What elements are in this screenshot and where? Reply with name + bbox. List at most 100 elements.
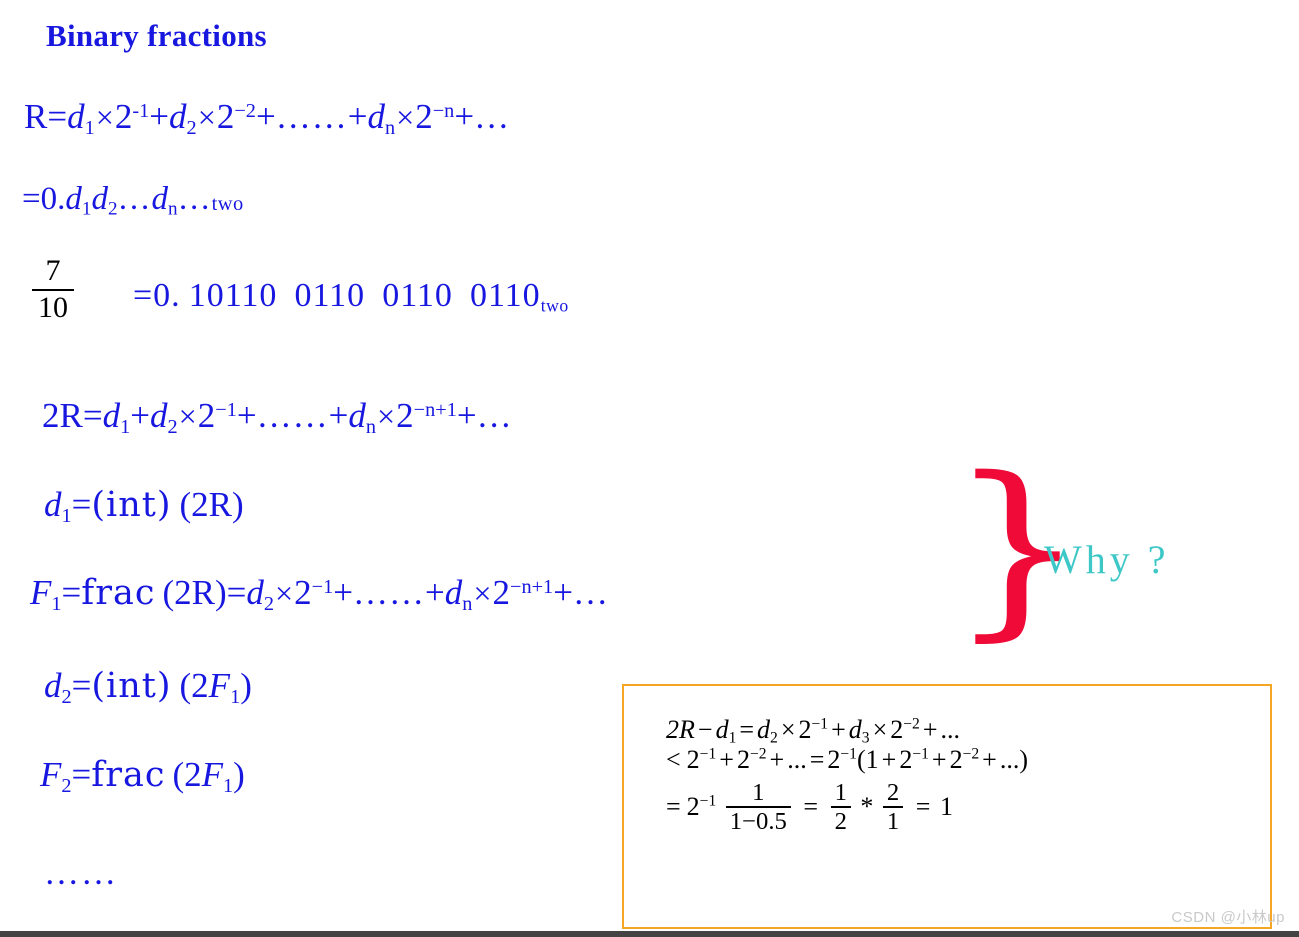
proof1-d1: d: [715, 715, 729, 744]
proof2-b5: 2: [949, 745, 963, 775]
proof1-minus: −: [697, 715, 713, 744]
proof3-fraction-3: 2 1: [882, 779, 904, 835]
proof-row-2: <2−1 +2−2 +... = 2−1(1 +2−1 +2−2 +...): [666, 746, 1028, 774]
eq3-dn-sub: n: [365, 416, 377, 439]
eq2-d2: d: [91, 181, 108, 217]
eq3-plus-2: +: [236, 396, 257, 435]
slide-canvas: Binary fractions R=d1×2-1+d2×2−2+……+dn×2…: [0, 0, 1299, 937]
eq2-d2-sub: 2: [107, 198, 118, 220]
proof1-d2: d: [757, 715, 771, 744]
proof2-b3: 2: [827, 745, 841, 775]
eq4-cast-fn: (int): [91, 485, 172, 525]
eq1-tail-dots: …: [474, 97, 511, 136]
proof1-exp-1: −1: [811, 715, 829, 733]
eq7-frac-fn: frac: [91, 755, 166, 795]
page-title: Binary fractions: [46, 18, 267, 53]
eq1-lhs: R=: [24, 97, 68, 136]
eq3-d1: d: [102, 396, 121, 435]
eq7-arg-close: ): [233, 755, 245, 794]
eq5-ellipsis: ……: [352, 573, 425, 612]
eq1-term3-d: d: [367, 97, 385, 136]
eq1-plus-1: +: [149, 97, 170, 136]
eq5-plus-1: +: [333, 573, 353, 612]
eq5-plus-3: +: [553, 573, 573, 612]
proof2-e5: −2: [962, 745, 980, 763]
eq5-dn-sub: n: [462, 593, 473, 616]
bottom-divider: [0, 931, 1299, 937]
multiply-icon: ×: [780, 715, 796, 744]
eq2-base-label: two: [211, 193, 244, 216]
proof-row-1: 2R − d1 = d2 × 2−1 + d3 × 2−2 +...: [666, 715, 1028, 747]
eq5-plus-2: +: [424, 573, 445, 612]
proof3-frac2-num: 1: [834, 779, 847, 807]
eq3-tail-dots: …: [476, 396, 513, 435]
proof3-fraction-2: 1 2: [830, 779, 851, 834]
proof2-plus-5: +: [982, 745, 997, 775]
eq7-arg-open: (2: [172, 755, 202, 794]
eq4-equals: =: [71, 485, 92, 524]
eq7-equals: =: [71, 755, 92, 794]
eq1-term1-base: 2: [114, 97, 133, 136]
proof2-plus-4: +: [931, 745, 947, 775]
eq3-ellipsis: ……: [256, 396, 329, 435]
eq3-plus-1: +: [130, 396, 150, 435]
eq3-dn: d: [348, 396, 366, 435]
binary-group-1: 10110: [188, 277, 278, 314]
binary-group-2: 0110: [294, 277, 366, 314]
eq5-base-1: 2: [294, 573, 312, 612]
equation-line-7: F2=frac (2F1): [40, 755, 245, 796]
proof3-frac3-den: 1: [886, 807, 900, 835]
proof3-equals-2: =: [803, 792, 819, 822]
fraction-denominator: 10: [38, 290, 68, 324]
eq3-base-2: 2: [396, 396, 414, 435]
eq1-plus-4: +: [454, 97, 475, 136]
eq2-lead: =0.: [22, 181, 66, 217]
proof2-e2: −2: [749, 745, 767, 763]
eq4-arg: (2R): [179, 485, 244, 524]
proof2-plus-2: +: [769, 745, 785, 775]
proof3-frac3-num: 2: [886, 779, 900, 807]
proof2-dots-1: ...: [787, 745, 807, 775]
eq3-d2: d: [149, 396, 168, 435]
proof3-result: 1: [939, 792, 953, 822]
eq1-term1-d: d: [67, 97, 85, 136]
eq2-d1-sub: 1: [81, 198, 92, 220]
multiply-icon: ×: [473, 575, 492, 611]
binary-group-3: 0110: [382, 277, 453, 314]
proof2-e1: −1: [699, 745, 717, 763]
eq1-plus-3: +: [347, 97, 368, 136]
fraction-numerator: 7: [45, 254, 61, 287]
eq2-d1: d: [65, 181, 82, 217]
eq4-lhs-d: d: [44, 485, 62, 524]
proof2-e3: −1: [840, 745, 857, 763]
eq1-term3-exp: −n: [432, 99, 455, 122]
proof-row-3: = 2−1 1 1−0.5 = 1 2 * 2 1 = 1: [666, 779, 1028, 836]
equation-line-6: d2=(int) (2F1): [44, 666, 252, 707]
eq7-arg-sub: 1: [222, 775, 234, 798]
proof1-2R: 2R: [666, 715, 695, 744]
eq3-d1-sub: 1: [120, 416, 131, 439]
eq6-lhs-d: d: [44, 666, 62, 705]
eq1-plus-2: +: [255, 97, 276, 136]
proof2-e4: −1: [912, 745, 929, 763]
proof3-frac1-den: 1−0.5: [729, 807, 787, 835]
eq5-d2: d: [246, 573, 264, 612]
eq1-ellipsis: ……: [275, 97, 348, 136]
eq1-term2-d: d: [169, 97, 187, 136]
eq5-arg: (2R): [162, 573, 227, 612]
proof1-d2-sub: 2: [770, 729, 778, 747]
eq6-lhs-sub: 2: [61, 686, 72, 709]
proof3-frac1-num: 1: [752, 779, 765, 807]
binary-lead: =0.: [133, 277, 181, 314]
proof3-equals-3: =: [915, 792, 931, 822]
multiply-icon: ×: [95, 99, 114, 135]
eq3-exp-1: −1: [215, 398, 237, 421]
eq6-arg-close: ): [240, 666, 252, 705]
proof1-plus-2: +: [922, 715, 938, 744]
eq6-equals: =: [71, 666, 92, 705]
proof2-open: (1: [856, 745, 879, 775]
proof2-b1: 2: [686, 745, 700, 775]
equation-line-1: R=d1×2-1+d2×2−2+……+dn×2−n+…: [24, 97, 511, 138]
eq5-lhs-F: F: [30, 573, 52, 612]
eq1-term2-base: 2: [216, 97, 235, 136]
